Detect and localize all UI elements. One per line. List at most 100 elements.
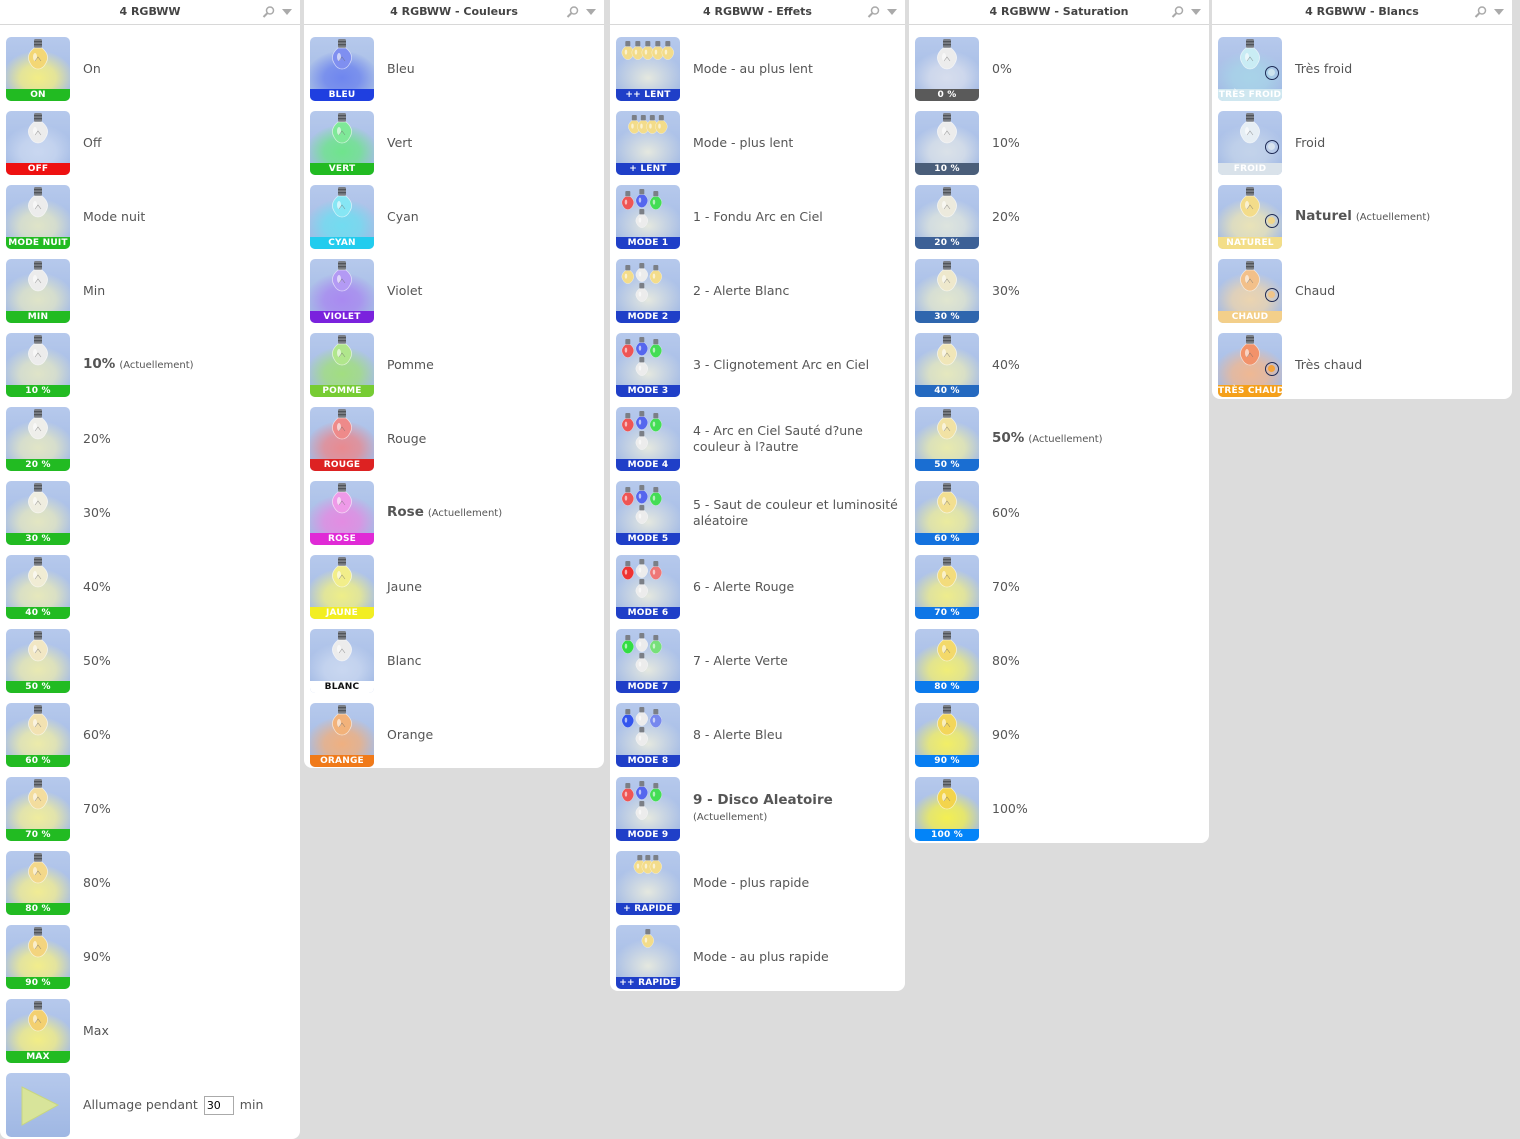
list-item[interactable]: 80 % 80% xyxy=(6,846,294,920)
list-item[interactable]: 50 % 50% xyxy=(6,624,294,698)
timer-start-button[interactable] xyxy=(6,1073,70,1137)
scene-button[interactable]: 0 % xyxy=(915,37,979,101)
list-item[interactable]: VIOLET Violet xyxy=(310,254,598,328)
scene-button[interactable]: 90 % xyxy=(915,703,979,767)
scene-button[interactable]: 10 % xyxy=(915,111,979,175)
list-item[interactable]: CHAUD Chaud xyxy=(1218,254,1506,328)
list-item[interactable]: MAX Max xyxy=(6,994,294,1068)
list-item[interactable]: MODE NUIT Mode nuit xyxy=(6,180,294,254)
scene-button[interactable]: 30 % xyxy=(915,259,979,323)
list-item[interactable]: 30 % 30% xyxy=(6,476,294,550)
scene-button[interactable]: BLANC xyxy=(310,629,374,693)
list-item[interactable]: ++ LENT Mode - au plus lent xyxy=(616,32,899,106)
list-item[interactable]: 70 % 70% xyxy=(6,772,294,846)
list-item[interactable]: 40 % 40% xyxy=(6,550,294,624)
list-item[interactable]: MODE 5 5 - Saut de couleur et luminosité … xyxy=(616,476,899,550)
list-item[interactable]: MODE 2 2 - Alerte Blanc xyxy=(616,254,899,328)
list-item[interactable]: 60 % 60% xyxy=(6,698,294,772)
list-item[interactable]: + RAPIDE Mode - plus rapide xyxy=(616,846,899,920)
scene-button[interactable]: JAUNE xyxy=(310,555,374,619)
list-item[interactable]: 80 % 80% xyxy=(915,624,1203,698)
list-item[interactable]: MODE 9 9 - Disco Aleatoire (Actuellement) xyxy=(616,772,899,846)
list-item[interactable]: BLANC Blanc xyxy=(310,624,598,698)
scene-button[interactable]: 80 % xyxy=(915,629,979,693)
list-item[interactable]: MODE 4 4 - Arc en Ciel Sauté d?une couleu… xyxy=(616,402,899,476)
scene-button[interactable]: MODE NUIT xyxy=(6,185,70,249)
chevron-down-icon[interactable] xyxy=(1189,5,1203,19)
list-item[interactable]: MODE 7 7 - Alerte Verte xyxy=(616,624,899,698)
list-item[interactable]: 60 % 60% xyxy=(915,476,1203,550)
list-item[interactable]: + LENT Mode - plus lent xyxy=(616,106,899,180)
list-item[interactable]: JAUNE Jaune xyxy=(310,550,598,624)
list-item[interactable]: VERT Vert xyxy=(310,106,598,180)
list-item[interactable]: MODE 6 6 - Alerte Rouge xyxy=(616,550,899,624)
chevron-down-icon[interactable] xyxy=(885,5,899,19)
scene-button[interactable]: 30 % xyxy=(6,481,70,545)
chevron-down-icon[interactable] xyxy=(1492,5,1506,19)
search-icon[interactable] xyxy=(1474,5,1488,19)
scene-button[interactable]: MODE 7 xyxy=(616,629,680,693)
scene-button[interactable]: + LENT xyxy=(616,111,680,175)
list-item[interactable]: 20 % 20% xyxy=(6,402,294,476)
scene-button[interactable]: OFF xyxy=(6,111,70,175)
scene-button[interactable]: VIOLET xyxy=(310,259,374,323)
list-item[interactable]: MODE 3 3 - Clignotement Arc en Ciel xyxy=(616,328,899,402)
scene-button[interactable]: 20 % xyxy=(915,185,979,249)
search-icon[interactable] xyxy=(566,5,580,19)
scene-button[interactable]: ON xyxy=(6,37,70,101)
list-item[interactable]: 100 % 100% xyxy=(915,772,1203,843)
list-item[interactable]: ROSE Rose (Actuellement) xyxy=(310,476,598,550)
list-item[interactable]: 50 % 50% (Actuellement) xyxy=(915,402,1203,476)
list-item[interactable]: 40 % 40% xyxy=(915,328,1203,402)
list-item[interactable]: ORANGE Orange xyxy=(310,698,598,768)
list-item[interactable]: TRÈS CHAUD Très chaud xyxy=(1218,328,1506,399)
scene-button[interactable]: 10 % xyxy=(6,333,70,397)
scene-button[interactable]: CHAUD xyxy=(1218,259,1282,323)
duration-input[interactable] xyxy=(203,1095,234,1115)
scene-button[interactable]: ROSE xyxy=(310,481,374,545)
list-item[interactable]: TRÈS FROID Très froid xyxy=(1218,32,1506,106)
search-icon[interactable] xyxy=(1171,5,1185,19)
scene-button[interactable]: 40 % xyxy=(915,333,979,397)
list-item[interactable]: ++ RAPIDE Mode - au plus rapide xyxy=(616,920,899,991)
scene-button[interactable]: MODE 2 xyxy=(616,259,680,323)
list-item[interactable]: MODE 8 8 - Alerte Bleu xyxy=(616,698,899,772)
list-item[interactable]: 10 % 10% xyxy=(915,106,1203,180)
chevron-down-icon[interactable] xyxy=(584,5,598,19)
scene-button[interactable]: MODE 3 xyxy=(616,333,680,397)
scene-button[interactable]: MAX xyxy=(6,999,70,1063)
list-item[interactable]: 90 % 90% xyxy=(915,698,1203,772)
scene-button[interactable]: 20 % xyxy=(6,407,70,471)
scene-button[interactable]: 60 % xyxy=(915,481,979,545)
scene-button[interactable]: ROUGE xyxy=(310,407,374,471)
scene-button[interactable]: VERT xyxy=(310,111,374,175)
scene-button[interactable]: MODE 4 xyxy=(616,407,680,471)
scene-button[interactable]: TRÈS FROID xyxy=(1218,37,1282,101)
scene-button[interactable]: CYAN xyxy=(310,185,374,249)
list-item[interactable]: ROUGE Rouge xyxy=(310,402,598,476)
scene-button[interactable]: MODE 9 xyxy=(616,777,680,841)
list-item[interactable]: ON On xyxy=(6,32,294,106)
scene-button[interactable]: MODE 8 xyxy=(616,703,680,767)
scene-button[interactable]: MODE 1 xyxy=(616,185,680,249)
scene-button[interactable]: MODE 5 xyxy=(616,481,680,545)
scene-button[interactable]: 50 % xyxy=(915,407,979,471)
list-item[interactable]: 0 % 0% xyxy=(915,32,1203,106)
scene-button[interactable]: ++ RAPIDE xyxy=(616,925,680,989)
scene-button[interactable]: 70 % xyxy=(915,555,979,619)
scene-button[interactable]: ++ LENT xyxy=(616,37,680,101)
list-item[interactable]: 90 % 90% xyxy=(6,920,294,994)
list-item[interactable]: BLEU Bleu xyxy=(310,32,598,106)
scene-button[interactable]: 60 % xyxy=(6,703,70,767)
list-item[interactable]: 70 % 70% xyxy=(915,550,1203,624)
scene-button[interactable]: 40 % xyxy=(6,555,70,619)
list-item[interactable]: CYAN Cyan xyxy=(310,180,598,254)
list-item[interactable]: MODE 1 1 - Fondu Arc en Ciel xyxy=(616,180,899,254)
list-item[interactable]: POMME Pomme xyxy=(310,328,598,402)
scene-button[interactable]: BLEU xyxy=(310,37,374,101)
scene-button[interactable]: 50 % xyxy=(6,629,70,693)
scene-button[interactable]: MODE 6 xyxy=(616,555,680,619)
list-item[interactable]: 20 % 20% xyxy=(915,180,1203,254)
scene-button[interactable]: TRÈS CHAUD xyxy=(1218,333,1282,397)
scene-button[interactable]: FROID xyxy=(1218,111,1282,175)
